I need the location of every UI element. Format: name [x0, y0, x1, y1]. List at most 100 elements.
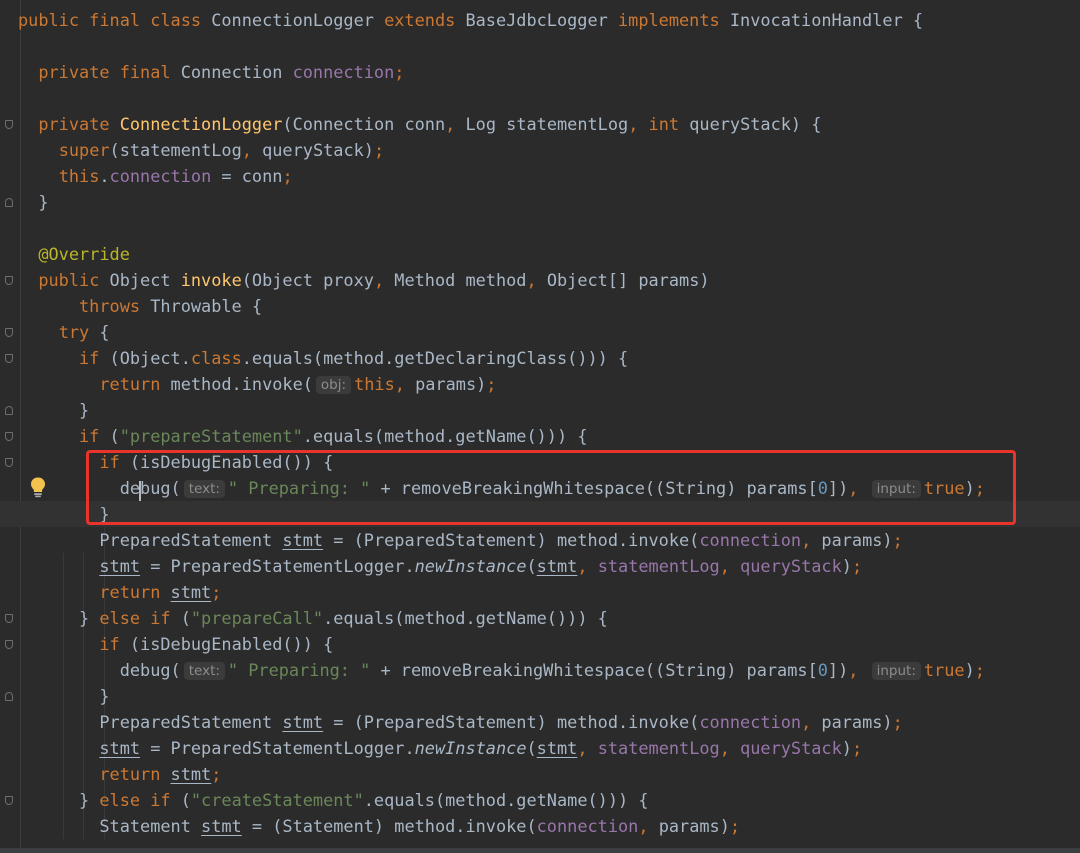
code-line[interactable]: private final Connection connection;	[0, 59, 1080, 85]
code-line[interactable]: } else if ("prepareCall".equals(method.g…	[0, 605, 1080, 631]
code-editor[interactable]: public final class ConnectionLogger exte…	[0, 0, 1080, 853]
code-token: .equals(method.getDeclaringClass())) {	[241, 348, 629, 368]
code-token: if	[79, 348, 110, 368]
lightbulb-icon[interactable]	[29, 476, 47, 498]
code-token: throws	[79, 296, 151, 316]
code-token: queryStack	[740, 738, 842, 758]
code-token: extends	[384, 10, 466, 30]
code-token: ;	[211, 764, 222, 784]
parameter-hint: text:	[183, 662, 225, 680]
code-token: ;	[729, 816, 741, 836]
code-token: connection	[699, 530, 802, 550]
code-token: connection	[292, 62, 395, 82]
code-line[interactable]: try {	[0, 319, 1080, 345]
code-line[interactable]: }	[0, 397, 1080, 423]
parameter-hint: input:	[871, 480, 921, 498]
code-line[interactable]: }	[0, 189, 1080, 215]
code-token: stmt	[536, 556, 578, 576]
code-line[interactable]: }	[0, 501, 1080, 527]
code-token: connection	[536, 816, 639, 836]
code-token: Log statementLog	[465, 114, 629, 134]
code-token: ,	[394, 374, 416, 394]
code-token: this	[58, 166, 100, 186]
code-token: private final	[38, 62, 181, 82]
code-line[interactable]: return method.invoke(obj: this, params);	[0, 371, 1080, 397]
code-line[interactable]: if (isDebugEnabled()) {	[0, 449, 1080, 475]
code-token: ,	[577, 738, 598, 758]
code-line[interactable]: debug(text: " Preparing: " + removeBreaki…	[0, 657, 1080, 683]
code-token: .	[99, 166, 110, 186]
code-line[interactable]: public Object invoke(Object proxy, Metho…	[0, 267, 1080, 293]
horizontal-scrollbar[interactable]	[0, 848, 1080, 853]
code-token: queryStack)	[262, 140, 374, 160]
code-line[interactable]: stmt = PreparedStatementLogger.newInstan…	[0, 553, 1080, 579]
code-token: newInstance	[414, 738, 527, 758]
code-line[interactable]: private ConnectionLogger(Connection conn…	[0, 111, 1080, 137]
code-line[interactable]: throws Throwable {	[0, 293, 1080, 319]
code-token: {	[99, 322, 110, 342]
code-token: }	[18, 400, 90, 420]
code-token: )	[841, 556, 852, 576]
code-line[interactable]: return stmt;	[0, 761, 1080, 787]
code-token: connection	[109, 166, 212, 186]
code-token: "prepareStatement"	[119, 426, 303, 446]
code-token: return	[99, 582, 171, 602]
code-token: (Connection conn	[282, 114, 446, 134]
code-token: params)	[821, 712, 893, 732]
code-line[interactable]: public final class ConnectionLogger exte…	[0, 7, 1080, 33]
code-token: stmt	[170, 764, 212, 784]
code-line[interactable]: PreparedStatement stmt = (PreparedStatem…	[0, 527, 1080, 553]
code-token: ;	[974, 660, 985, 680]
code-token: (	[526, 738, 537, 758]
code-token: ;	[211, 582, 222, 602]
code-token: InvocationHandler {	[729, 10, 924, 30]
code-token: ,	[241, 140, 263, 160]
code-line[interactable]: if (isDebugEnabled()) {	[0, 631, 1080, 657]
code-line[interactable]: this.connection = conn;	[0, 163, 1080, 189]
parameter-hint: text:	[183, 480, 225, 498]
code-line[interactable]	[0, 215, 1080, 241]
code-token: "createStatement"	[190, 790, 364, 810]
code-token: " Preparing: "	[227, 478, 371, 498]
code-token: ,	[445, 114, 466, 134]
code-line[interactable]	[0, 33, 1080, 59]
code-token: .equals(method.getName())) {	[363, 790, 649, 810]
code-lines[interactable]: public final class ConnectionLogger exte…	[0, 0, 1080, 853]
code-token: ;	[394, 62, 405, 82]
code-line[interactable]: return stmt;	[0, 579, 1080, 605]
code-token: ,	[719, 556, 741, 576]
code-token: params)	[658, 816, 730, 836]
code-line[interactable]	[0, 85, 1080, 111]
code-line[interactable]: PreparedStatement stmt = (PreparedStatem…	[0, 709, 1080, 735]
code-line[interactable]: }	[0, 683, 1080, 709]
code-token: else if	[99, 608, 181, 628]
code-token: PreparedStatement	[18, 712, 283, 732]
code-token: class	[190, 348, 242, 368]
code-line[interactable]: super(statementLog, queryStack);	[0, 137, 1080, 163]
code-token: super	[58, 140, 110, 160]
code-line[interactable]: debug(text: " Preparing: " + removeBreaki…	[0, 475, 1080, 501]
parameter-hint: input:	[871, 662, 921, 680]
code-token: (Object proxy	[241, 270, 374, 290]
code-line[interactable]: } else if ("createStatement".equals(meth…	[0, 787, 1080, 813]
code-token: .equals(method.getName())) {	[302, 426, 588, 446]
code-line[interactable]: if ("prepareStatement".equals(method.get…	[0, 423, 1080, 449]
code-token: statementLog	[597, 556, 720, 576]
code-line[interactable]: stmt = PreparedStatementLogger.newInstan…	[0, 735, 1080, 761]
code-line[interactable]: if (Object.class.equals(method.getDeclar…	[0, 345, 1080, 371]
code-line[interactable]: @Override	[0, 241, 1080, 267]
code-token: invoke	[180, 270, 242, 290]
code-token: ,	[719, 738, 741, 758]
code-token: .equals(method.getName())) {	[323, 608, 608, 628]
code-line[interactable]: Statement stmt = (Statement) method.invo…	[0, 813, 1080, 839]
code-token: ,	[628, 114, 649, 134]
code-token: statementLog	[597, 738, 720, 758]
